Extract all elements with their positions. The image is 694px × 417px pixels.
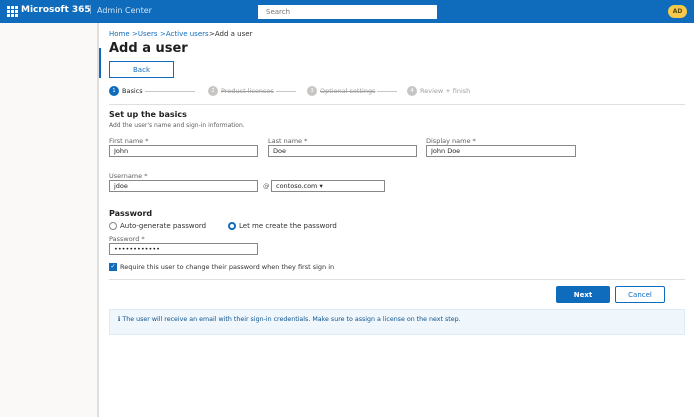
step-product-licenses[interactable]: 2 Product licenses (208, 86, 296, 96)
step-connector (144, 90, 195, 92)
create-password-label[interactable]: Let me create the password (239, 222, 337, 230)
sidebar-active-indicator (99, 48, 101, 78)
auto-generate-label[interactable]: Auto-generate password (120, 222, 206, 230)
next-button[interactable]: Next (556, 286, 610, 303)
info-banner: ℹ The user will receive an email with th… (109, 309, 685, 335)
divider (109, 104, 685, 105)
brand-name[interactable]: Microsoft 365 (21, 5, 91, 15)
app-launcher-icon[interactable] (7, 6, 18, 17)
auto-generate-radio[interactable] (109, 222, 117, 230)
password-label: Password * (109, 235, 145, 243)
step-number: 4 (407, 86, 417, 96)
step-connector (275, 90, 296, 92)
last-name-label: Last name * (268, 137, 308, 145)
sidebar (0, 23, 99, 417)
section-title: Set up the basics (109, 110, 187, 119)
header-separator: | (89, 5, 93, 15)
password-input[interactable] (109, 243, 258, 255)
breadcrumb-current: >Add a user (209, 30, 253, 38)
domain-select[interactable]: contoso.com ▾ (271, 180, 385, 192)
username-label: Username * (109, 172, 148, 180)
first-name-input[interactable] (109, 145, 258, 157)
chevron-down-icon: ▾ (319, 182, 323, 190)
step-connector (377, 90, 398, 92)
divider (109, 279, 685, 280)
breadcrumb-users[interactable]: >Users (132, 30, 157, 38)
last-name-input[interactable] (268, 145, 417, 157)
step-number: 1 (109, 86, 119, 96)
display-name-label: Display name * (426, 137, 476, 145)
search-input[interactable] (258, 5, 437, 19)
step-label: Review + finish (420, 87, 471, 95)
avatar[interactable]: AD (668, 5, 687, 18)
cancel-button[interactable]: Cancel (615, 286, 665, 303)
info-icon: ℹ (118, 316, 121, 323)
password-heading: Password (109, 209, 153, 218)
step-review-finish[interactable]: 4 Review + finish (407, 86, 470, 96)
username-input[interactable] (109, 180, 258, 192)
require-change-checkbox[interactable]: ✓ (109, 263, 117, 271)
section-subtitle: Add the user's name and sign-in informat… (109, 122, 245, 129)
page-title: Add a user (109, 41, 188, 56)
step-label: Optional settings (320, 87, 376, 95)
breadcrumb-home[interactable]: Home (109, 30, 130, 38)
step-number: 3 (307, 86, 317, 96)
require-change-label[interactable]: Require this user to change their passwo… (120, 263, 334, 271)
display-name-input[interactable] (426, 145, 576, 157)
domain-value: contoso.com (276, 182, 318, 190)
step-basics[interactable]: 1 Basics (109, 86, 195, 96)
info-text: The user will receive an email with thei… (122, 316, 461, 323)
first-name-label: First name * (109, 137, 149, 145)
breadcrumb-active-users[interactable]: >Active users (160, 30, 209, 38)
back-button[interactable]: Back (109, 61, 174, 78)
at-symbol: @ (263, 182, 270, 190)
step-number: 2 (208, 86, 218, 96)
step-label: Basics (122, 87, 143, 95)
app-name: Admin Center (97, 6, 152, 15)
create-password-radio[interactable] (228, 222, 236, 230)
step-optional-settings[interactable]: 3 Optional settings (307, 86, 398, 96)
step-label: Product licenses (221, 87, 274, 95)
